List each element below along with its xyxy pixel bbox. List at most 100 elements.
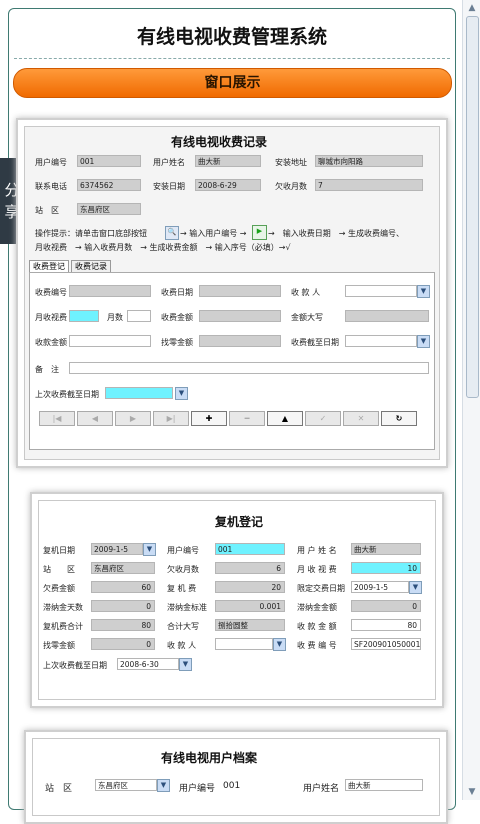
page-title: 有线电视收费管理系统 xyxy=(136,26,327,48)
amount-field[interactable] xyxy=(199,310,281,322)
reconnect-field[interactable]: 0.001 xyxy=(215,600,285,612)
reconnect-field[interactable]: 曲大新 xyxy=(351,543,421,555)
screenshot-reconnect: 复机登记 复机日期 2009-1-5 ▼ 用户编号 001 用 户 姓 名曲大新站 区东昌… xyxy=(30,492,444,708)
reconnect-label: 合计大写 xyxy=(167,622,199,631)
label-user-id: 用户编号 xyxy=(35,158,67,167)
last-until-field[interactable] xyxy=(105,387,173,399)
fee-id-field[interactable] xyxy=(69,285,151,297)
phone-field[interactable]: 6374562 xyxy=(77,179,141,191)
section-header-label: 窗口展示 xyxy=(204,75,261,91)
add-record-button[interactable]: ✚ xyxy=(191,411,227,426)
install-date-field[interactable]: 2008-6-29 xyxy=(195,179,261,191)
save-record-button[interactable]: ✓ xyxy=(305,411,341,426)
reconnect-label: 找零金额 xyxy=(43,641,75,650)
scroll-down-icon[interactable]: ▼ xyxy=(466,786,478,798)
hint-text-1: 操作提示：请单击窗口底部按钮 xyxy=(35,229,147,238)
owed-months-field[interactable]: 7 xyxy=(315,179,423,191)
user-archive-title: 有线电视用户档案 xyxy=(161,751,258,765)
delete-record-button[interactable]: ━ xyxy=(229,411,265,426)
cancel-record-button[interactable]: ✕ xyxy=(343,411,379,426)
last-record-button[interactable]: ▶| xyxy=(153,411,189,426)
reconnect-field[interactable]: 20 xyxy=(215,581,285,593)
reconnect-label: 复机费合计 xyxy=(43,622,83,631)
address-field[interactable]: 聊城市向阳路 xyxy=(315,155,423,167)
until-dropdown-icon[interactable]: ▼ xyxy=(417,335,430,348)
chevron-down-icon[interactable]: ▼ xyxy=(273,638,286,651)
label-archive-name: 用户姓名 xyxy=(303,784,340,794)
station-field[interactable]: 东昌府区 xyxy=(77,203,141,215)
until-field[interactable] xyxy=(345,335,417,347)
screenshot-fee-record: 有线电视收费记录 用户编号 001 用户姓名 曲大新 安装地址 聊城市向阳路 联… xyxy=(16,118,448,468)
label-archive-uid: 用户编号 xyxy=(179,784,216,794)
reconnect-field[interactable] xyxy=(215,638,273,650)
search-icon[interactable]: 🔍 xyxy=(165,226,179,240)
note-field[interactable] xyxy=(69,362,429,374)
label-fee-id: 收费编号 xyxy=(35,288,67,297)
prev-record-button[interactable]: ◀ xyxy=(77,411,113,426)
label-last-until: 上次收费截至日期 xyxy=(35,390,99,399)
user-id-field[interactable]: 001 xyxy=(77,155,141,167)
label-address: 安装地址 xyxy=(275,158,307,167)
archive-name-field[interactable]: 曲大新 xyxy=(345,779,423,791)
user-archive-window: 有线电视用户档案 站 区 东昌府区 ▼ 用户编号 001 用户姓名 曲大新 xyxy=(32,738,440,816)
scroll-up-icon[interactable]: ▲ xyxy=(466,2,478,14)
reconnect-field[interactable]: 80 xyxy=(91,619,155,631)
label-user-name: 用户姓名 xyxy=(153,158,185,167)
reconnect-field[interactable]: 60 xyxy=(91,581,155,593)
reconnect-label: 限定交费日期 xyxy=(297,584,345,593)
next-record-button[interactable]: ▶ xyxy=(115,411,151,426)
change-field[interactable] xyxy=(199,335,281,347)
reconnect-field[interactable]: 001 xyxy=(215,543,285,555)
label-received: 收款金额 xyxy=(35,338,67,347)
archive-station-select[interactable]: 东昌府区 xyxy=(95,779,157,791)
reconnect-field[interactable]: 0 xyxy=(351,600,421,612)
label-owed-months: 欠收月数 xyxy=(275,182,307,191)
reconnect-field[interactable]: 0 xyxy=(91,600,155,612)
label-fee-date: 收费日期 xyxy=(161,288,193,297)
fee-date-field[interactable] xyxy=(199,285,281,297)
reconnect-field[interactable]: 0 xyxy=(91,638,155,650)
chevron-down-icon[interactable]: ▼ xyxy=(409,581,422,594)
user-name-field[interactable]: 曲大新 xyxy=(195,155,261,167)
payee-select[interactable] xyxy=(345,285,417,297)
reconnect-label: 欠费金额 xyxy=(43,584,75,593)
received-field[interactable] xyxy=(69,335,151,347)
section-header-button[interactable]: 窗口展示 xyxy=(13,68,452,98)
reconnect-field[interactable]: 6 xyxy=(215,562,285,574)
hint-text-3: → 输入收费日期 → 生成收费编号、 xyxy=(268,229,404,238)
archive-station-dropdown-icon[interactable]: ▼ xyxy=(157,779,170,792)
last-fee-until-dropdown-icon[interactable]: ▼ xyxy=(179,658,192,671)
label-change: 找零金额 xyxy=(161,338,193,347)
first-record-button[interactable]: |◀ xyxy=(39,411,75,426)
edit-record-button[interactable]: ▲ xyxy=(267,411,303,426)
chevron-down-icon[interactable]: ▼ xyxy=(143,543,156,556)
payee-dropdown-icon[interactable]: ▼ xyxy=(417,285,430,298)
reconnect-field[interactable]: 2009-1-5 xyxy=(91,543,143,555)
reconnect-field[interactable]: 80 xyxy=(351,619,421,631)
reconnect-field[interactable]: SF200901050001 xyxy=(351,638,421,650)
reconnect-title: 复机登记 xyxy=(215,515,264,529)
monthly-fee-field[interactable] xyxy=(69,310,99,322)
archive-uid-value[interactable]: 001 xyxy=(223,781,240,791)
reconnect-field[interactable]: 2009-1-5 xyxy=(351,581,409,593)
reconnect-field[interactable]: 东昌府区 xyxy=(91,562,155,574)
reconnect-label: 月 收 视 费 xyxy=(297,565,337,574)
last-fee-until-field[interactable]: 2008-6-30 xyxy=(117,658,179,670)
reconnect-field[interactable]: 捌拾圆整 xyxy=(215,619,285,631)
hint-text-2: → 输入用户编号 → xyxy=(180,229,247,238)
months-field[interactable] xyxy=(127,310,151,322)
label-months: 月数 xyxy=(107,313,123,322)
vertical-scrollbar[interactable]: ▲ ▼ xyxy=(462,0,480,800)
play-icon[interactable]: ▶ xyxy=(252,225,267,240)
scroll-thumb[interactable] xyxy=(466,16,479,398)
fee-record-title: 有线电视收费记录 xyxy=(171,135,268,149)
screenshot-user-archive: 有线电视用户档案 站 区 东昌府区 ▼ 用户编号 001 用户姓名 曲大新 xyxy=(24,730,448,824)
fee-record-window: 有线电视收费记录 用户编号 001 用户姓名 曲大新 安装地址 聊城市向阳路 联… xyxy=(24,126,440,460)
reconnect-label: 收 款 金 额 xyxy=(297,622,337,631)
refresh-button[interactable]: ↻ xyxy=(381,411,417,426)
last-until-dropdown-icon[interactable]: ▼ xyxy=(175,387,188,400)
reconnect-label: 复机日期 xyxy=(43,546,75,555)
reconnect-field[interactable]: 10 xyxy=(351,562,421,574)
hint-text-4: 月收视费 → 输入收费月数 → 生成收费金额 → 输入序号（必填）→√ xyxy=(35,243,291,252)
amount-cn-field[interactable] xyxy=(345,310,429,322)
